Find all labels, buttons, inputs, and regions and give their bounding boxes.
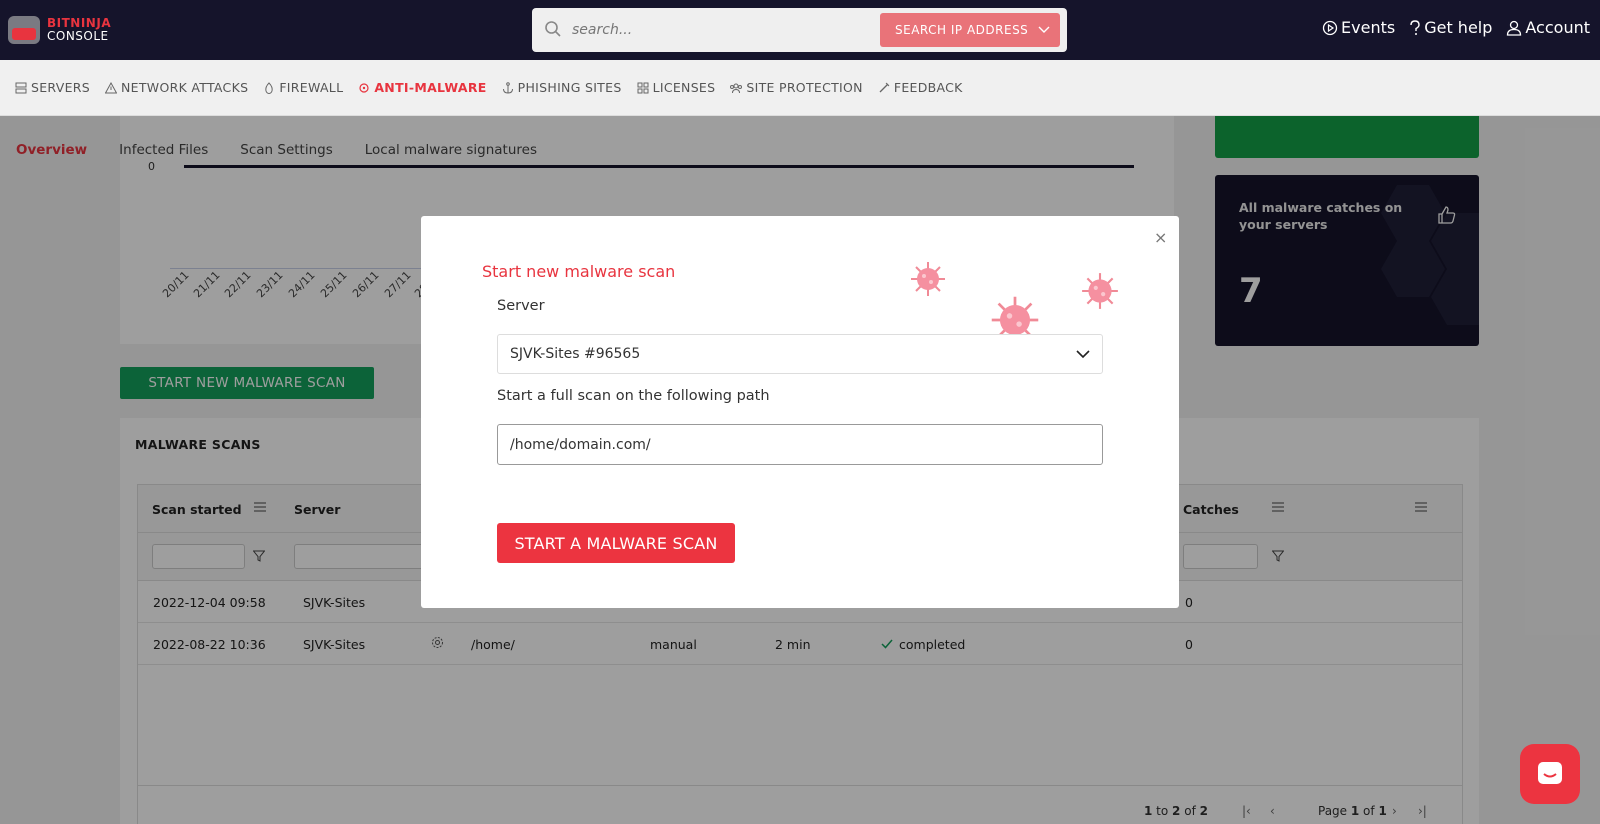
nav-item-anti-malware[interactable]: ANTI-MALWARE xyxy=(358,80,486,95)
licenses-icon xyxy=(637,82,649,93)
nav-item-label: LICENSES xyxy=(652,80,716,95)
anchor-icon xyxy=(502,81,513,94)
main-nav: SERVERS NETWORK ATTACKS FIREWALL ANTI-MA… xyxy=(0,60,1600,116)
nav-item-firewall[interactable]: FIREWALL xyxy=(263,80,343,95)
nav-item-licenses[interactable]: LICENSES xyxy=(637,80,716,95)
account-link[interactable]: Account xyxy=(1506,18,1590,37)
nav-item-label: PHISHING SITES xyxy=(517,80,622,95)
search-icon xyxy=(545,21,561,37)
nav-item-network-attacks[interactable]: NETWORK ATTACKS xyxy=(105,80,248,95)
bitninja-logo-icon xyxy=(8,16,40,44)
server-icon xyxy=(15,82,27,93)
nav-item-label: FEEDBACK xyxy=(893,80,963,95)
server-select-value: SJVK-Sites #96565 xyxy=(510,346,641,362)
nav-item-site-protection[interactable]: SITE PROTECTION xyxy=(730,80,863,95)
search-box: SEARCH IP ADDRESS xyxy=(532,8,1067,52)
nav-item-feedback[interactable]: FEEDBACK xyxy=(878,80,963,95)
path-input[interactable] xyxy=(497,424,1103,465)
firewall-icon xyxy=(265,81,273,94)
search-ip-button[interactable]: SEARCH IP ADDRESS xyxy=(880,13,1060,47)
account-label: Account xyxy=(1525,18,1590,37)
virus-icon xyxy=(359,82,369,93)
chevron-down-icon xyxy=(1038,26,1050,33)
events-label: Events xyxy=(1341,18,1396,37)
server-label: Server xyxy=(497,298,545,314)
help-label: Get help xyxy=(1424,18,1493,37)
nav-item-label: NETWORK ATTACKS xyxy=(121,80,249,95)
chevron-down-icon xyxy=(1076,350,1090,359)
modal-title: Start new malware scan xyxy=(482,262,676,281)
start-scan-modal: × Start new malware scan Server SJVK-Sit… xyxy=(421,216,1179,608)
brand-line2: CONSOLE xyxy=(47,29,109,43)
server-select[interactable]: SJVK-Sites #96565 xyxy=(497,334,1103,374)
nav-item-label: SITE PROTECTION xyxy=(746,80,863,95)
help-link[interactable]: Get help xyxy=(1409,18,1492,37)
users-icon xyxy=(730,83,743,93)
start-malware-scan-button[interactable]: START A MALWARE SCAN xyxy=(497,523,735,563)
search-ip-label: SEARCH IP ADDRESS xyxy=(895,23,1029,37)
chat-icon xyxy=(1538,762,1562,784)
user-icon xyxy=(1507,20,1522,36)
nav-item-label: ANTI-MALWARE xyxy=(374,80,487,95)
play-circle-icon xyxy=(1322,20,1338,35)
feedback-icon xyxy=(879,82,890,92)
nav-item-label: SERVERS xyxy=(31,80,91,95)
search-input[interactable] xyxy=(572,20,872,40)
virus-icon xyxy=(1082,273,1118,309)
top-bar: BITNINJA CONSOLE SEARCH IP ADDRESS Event… xyxy=(0,0,1600,60)
nav-item-label: FIREWALL xyxy=(279,80,344,95)
nav-item-phishing-sites[interactable]: PHISHING SITES xyxy=(502,80,622,95)
path-label: Start a full scan on the following path xyxy=(497,388,770,404)
close-icon[interactable]: × xyxy=(1154,228,1167,247)
nav-item-servers[interactable]: SERVERS xyxy=(15,80,90,95)
virus-icon xyxy=(911,262,945,296)
question-icon xyxy=(1410,19,1420,35)
warning-icon xyxy=(105,81,118,93)
chat-launcher[interactable] xyxy=(1520,744,1580,804)
logo[interactable]: BITNINJA CONSOLE xyxy=(8,16,111,44)
events-link[interactable]: Events xyxy=(1322,18,1395,37)
